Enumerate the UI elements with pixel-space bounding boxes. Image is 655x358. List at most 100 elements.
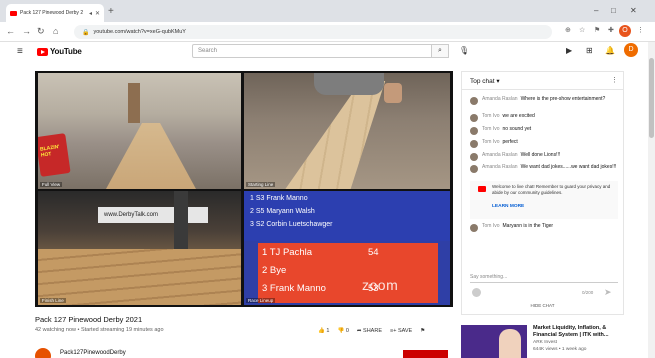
- chat-author: Amanda Raslan: [482, 152, 518, 158]
- user-avatar[interactable]: D: [624, 43, 638, 57]
- chat-input[interactable]: Say something...: [470, 274, 618, 283]
- search-button[interactable]: ⌕: [432, 44, 449, 58]
- translate-icon[interactable]: ⊕: [565, 26, 571, 36]
- apps-grid-icon[interactable]: ⊞: [586, 45, 593, 57]
- browser-menu-icon[interactable]: ⋮: [637, 26, 644, 36]
- chat-avatar: [470, 140, 478, 148]
- dislike-count: 0: [345, 328, 349, 334]
- result-score: 54: [368, 247, 379, 258]
- chat-avatar: [470, 165, 478, 173]
- chat-mode-dropdown[interactable]: Top chat ▾: [470, 77, 500, 85]
- chat-more-icon[interactable]: ⋮: [611, 76, 618, 84]
- youtube-logo[interactable]: YouTube: [37, 47, 82, 56]
- emoji-icon[interactable]: [472, 288, 481, 297]
- hamburger-menu-icon[interactable]: ≡: [17, 46, 23, 58]
- thumbs-up-icon: 👍: [318, 328, 325, 334]
- starting-ramp: [284, 81, 386, 189]
- recommended-thumbnail[interactable]: [461, 325, 527, 358]
- starting-line-camera: Starting Line: [244, 73, 450, 189]
- send-icon[interactable]: ➤: [604, 287, 612, 298]
- learn-more-link[interactable]: LEARN MORE: [492, 204, 524, 209]
- browser-profile-avatar[interactable]: O: [619, 25, 631, 37]
- snack-bag-text: BLAZIN' HOT: [39, 144, 60, 159]
- chat-message: Tom Ivo no sound yet: [470, 126, 618, 135]
- tab-title: Pack 127 Pinewood Derby 2: [20, 10, 84, 16]
- dislike-button[interactable]: 👎 0: [337, 328, 348, 334]
- share-button[interactable]: ➦ SHARE: [357, 328, 382, 334]
- recommended-title[interactable]: Market Liquidity, Inflation, & Financial…: [533, 325, 623, 339]
- maximize-icon[interactable]: □: [611, 6, 616, 16]
- search-input[interactable]: Search: [192, 44, 432, 58]
- quadrant-label: Finish Line: [40, 298, 66, 303]
- chat-avatar: [470, 114, 478, 122]
- quadrant-label: Starting Line: [246, 182, 276, 187]
- like-count: 1: [326, 328, 330, 334]
- back-icon[interactable]: ←: [6, 25, 15, 37]
- home-icon[interactable]: ⌂: [53, 25, 58, 37]
- finish-line-camera: www.DerbyTalk.com Finish Line: [38, 191, 241, 305]
- chat-avatar: [470, 224, 478, 232]
- video-meta: 42 watching now • Started streaming 19 m…: [35, 327, 164, 333]
- share-label: SHARE: [363, 328, 382, 334]
- video-player[interactable]: BLAZIN' HOT Full View Starting Line www.…: [35, 71, 453, 307]
- channel-name[interactable]: Pack127PinewoodDerby: [60, 350, 126, 356]
- lane-lineup: 1 S3 Frank Manno 2 S5 Maryann Walsh 3 S2…: [244, 191, 450, 241]
- race-lineup-scoreboard: 1 S3 Frank Manno 2 S5 Maryann Walsh 3 S2…: [244, 191, 450, 305]
- chat-author: Tom Ivo: [482, 223, 500, 229]
- browser-tab[interactable]: Pack 127 Pinewood Derby 2 ◂ ✕: [6, 4, 104, 22]
- forward-icon[interactable]: →: [22, 25, 31, 37]
- microphone-icon[interactable]: 🎙: [459, 45, 469, 57]
- playlist-add-icon: ≡+: [390, 328, 397, 334]
- youtube-favicon-icon: [10, 10, 17, 16]
- chat-message: Amanda Raslan Where is the pre-show enter…: [470, 96, 618, 105]
- window-close-icon[interactable]: ✕: [630, 6, 637, 16]
- chat-author: Amanda Raslan: [482, 164, 518, 170]
- address-bar[interactable]: 🔒 youtube.com/watch?v=xeG-qubKMuY: [74, 25, 552, 39]
- save-button[interactable]: ≡+ SAVE: [390, 328, 412, 334]
- share-icon: ➦: [356, 328, 362, 334]
- report-flag-icon[interactable]: ⚑: [420, 328, 425, 334]
- youtube-play-icon: [37, 47, 48, 56]
- chat-text: We want dad jokes......we want dad jokes…: [520, 164, 617, 170]
- chat-message: Tom Ivo Maryann is in the Tiger: [470, 223, 618, 232]
- chat-message: Tom Ivo perfect: [470, 139, 618, 148]
- close-tab-icon[interactable]: ✕: [95, 10, 100, 17]
- reload-icon[interactable]: ↻: [37, 25, 45, 37]
- puzzle-icon[interactable]: ✚: [608, 26, 614, 36]
- recommended-channel[interactable]: ARK Invest: [533, 340, 557, 345]
- save-label: SAVE: [397, 328, 413, 334]
- chat-avatar: [470, 153, 478, 161]
- chat-message: Amanda Raslan Well done Lions!!!: [470, 152, 618, 161]
- chat-avatar: [470, 97, 478, 105]
- track-start-post: [128, 83, 140, 123]
- minimize-icon[interactable]: –: [594, 6, 598, 16]
- create-video-icon[interactable]: ▶: [566, 45, 572, 57]
- youtube-icon: [478, 186, 486, 192]
- recommended-views: 644K views • 1 week ago: [533, 347, 587, 352]
- chat-welcome-notice: Welcome to live chat! Remember to guard …: [470, 181, 618, 219]
- video-actions: 👍 1 👎 0 ➦ SHARE ≡+ SAVE ⚑: [318, 328, 425, 334]
- thumbnail-person: [499, 329, 521, 358]
- like-button[interactable]: 👍 1: [318, 328, 329, 334]
- notice-text: Welcome to live chat! Remember to guard …: [492, 184, 611, 195]
- subscribe-button[interactable]: [403, 350, 448, 358]
- full-view-camera: BLAZIN' HOT Full View: [38, 73, 241, 189]
- hide-chat-button[interactable]: HIDE CHAT: [462, 303, 623, 308]
- speaker-icon[interactable]: ◂: [89, 10, 92, 17]
- notifications-bell-icon[interactable]: 🔔: [605, 45, 615, 57]
- chat-message: Tom Ivo we are excited: [470, 113, 618, 122]
- char-count: 0/200: [582, 290, 594, 295]
- extension-icon[interactable]: ⚑: [594, 26, 600, 36]
- chat-text: no sound yet: [502, 126, 532, 132]
- search-icon: ⌕: [438, 47, 442, 54]
- result-place: 2 Bye: [262, 265, 287, 276]
- scrollbar-thumb[interactable]: [649, 58, 654, 138]
- chat-author: Amanda Raslan: [482, 96, 518, 102]
- result-place: 1 TJ Pachla: [262, 247, 312, 258]
- channel-avatar[interactable]: [35, 348, 51, 358]
- url-text: youtube.com/watch?v=xeG-qubKMuY: [93, 29, 186, 35]
- thumbs-down-icon: 👎: [337, 328, 345, 334]
- finish-ramp: [38, 249, 241, 305]
- new-tab-icon[interactable]: +: [108, 6, 114, 18]
- star-icon[interactable]: ☆: [579, 26, 585, 36]
